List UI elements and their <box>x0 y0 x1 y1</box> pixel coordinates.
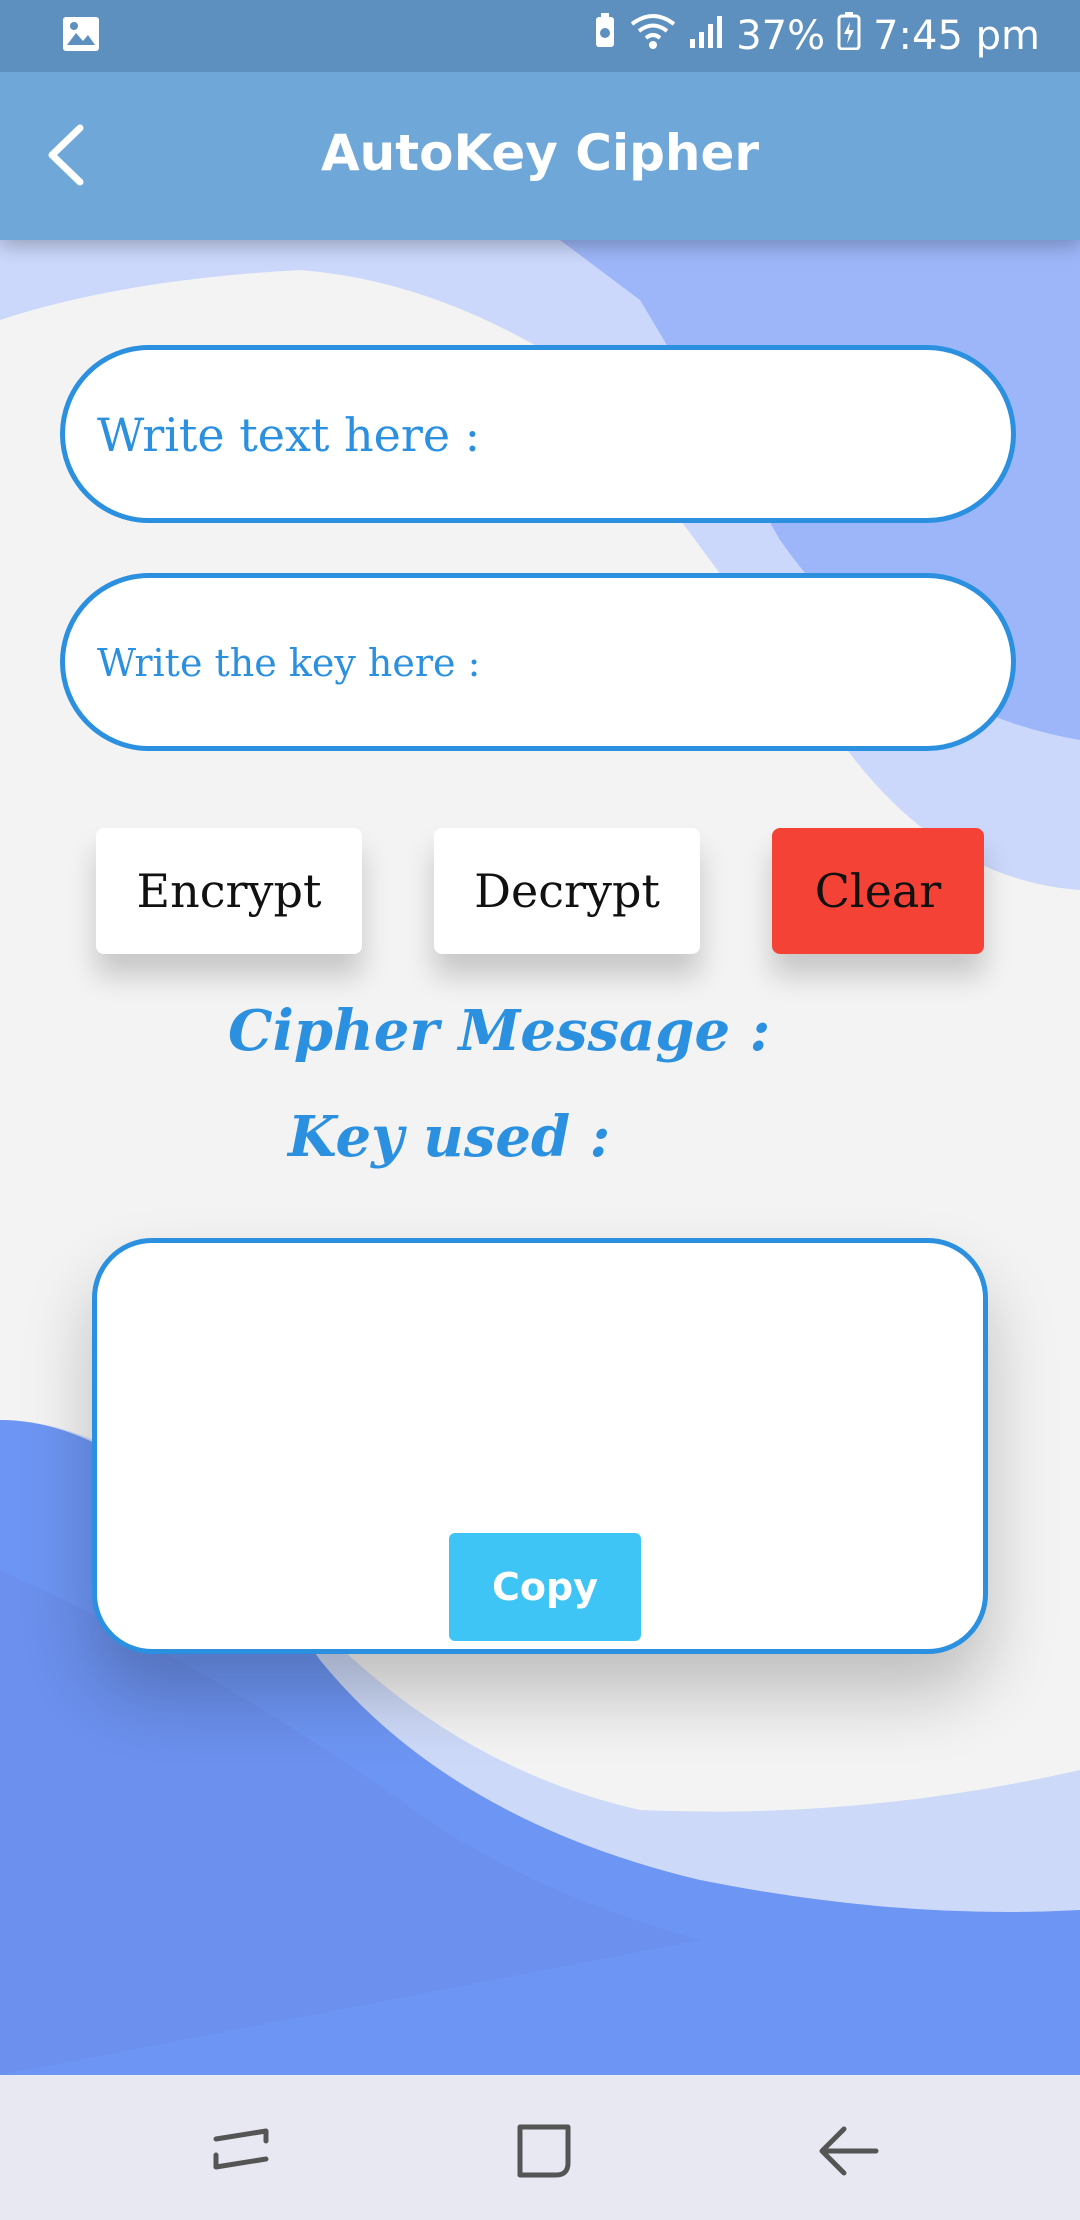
wifi-icon <box>630 12 676 60</box>
result-box: Copy <box>92 1238 988 1654</box>
key-used-label: Key used : <box>288 1104 611 1170</box>
navigation-bar <box>0 2075 1080 2220</box>
home-icon[interactable] <box>504 2111 584 2191</box>
text-field[interactable] <box>60 345 1016 523</box>
recent-apps-icon[interactable] <box>202 2111 282 2191</box>
cipher-message-label: Cipher Message : <box>228 998 771 1064</box>
back-icon[interactable] <box>808 2111 888 2191</box>
clock: 7:45 pm <box>873 13 1040 59</box>
decrypt-button[interactable]: Decrypt <box>434 828 700 954</box>
clear-button[interactable]: Clear <box>772 828 984 954</box>
app-bar: AutoKey Cipher <box>0 72 1080 240</box>
key-field[interactable] <box>60 573 1016 751</box>
encrypt-button[interactable]: Encrypt <box>96 828 362 954</box>
text-input[interactable] <box>95 350 979 520</box>
battery-percent: 37% <box>736 13 826 59</box>
page-title: AutoKey Cipher <box>320 124 760 182</box>
battery-saver-icon <box>592 13 618 59</box>
battery-icon <box>837 12 861 60</box>
image-icon <box>62 16 100 57</box>
signal-icon <box>688 13 724 59</box>
key-input[interactable] <box>95 578 979 748</box>
status-bar: 37% 7:45 pm <box>0 0 1080 72</box>
copy-button[interactable]: Copy <box>449 1533 641 1641</box>
